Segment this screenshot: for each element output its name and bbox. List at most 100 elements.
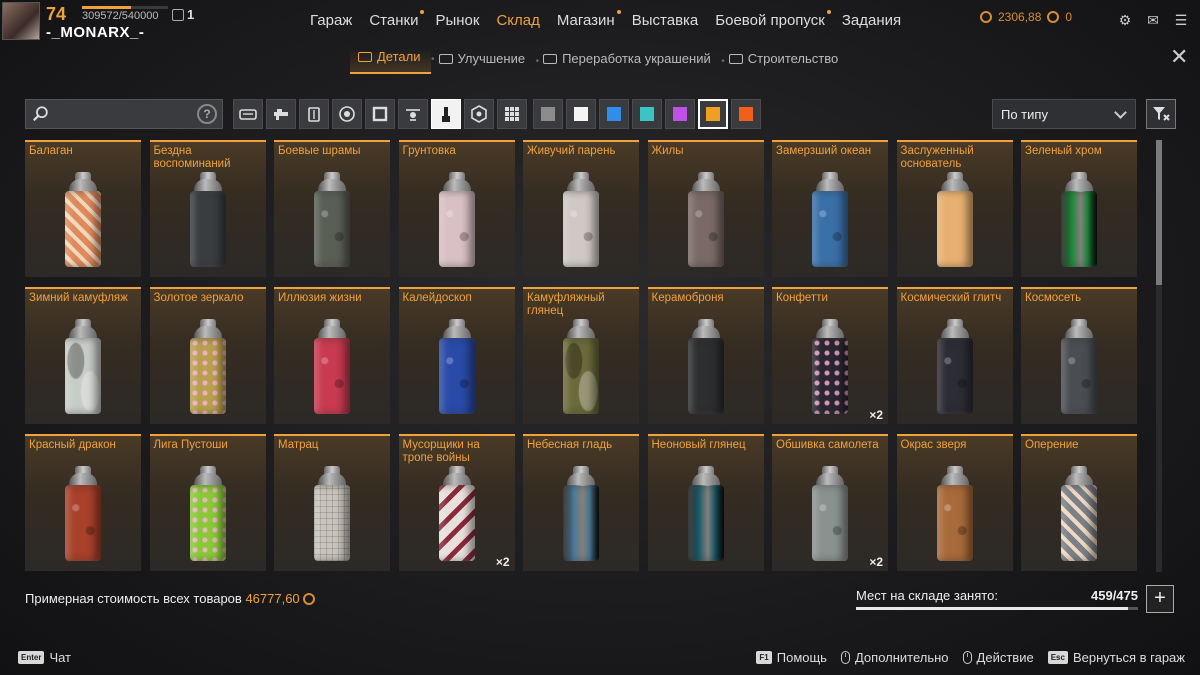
username[interactable]: -_MONARX_- [46, 24, 144, 41]
inventory-item[interactable]: Грунтовка [398, 140, 515, 277]
color-filter-button[interactable] [632, 99, 662, 129]
inventory-item[interactable]: Заслуженный основатель [896, 140, 1013, 277]
chat-hint[interactable]: Enter Чат [18, 650, 71, 665]
inventory-item[interactable]: Мусорщики на тропе войны ×2 [398, 434, 515, 571]
item-name: Жилы [651, 145, 684, 157]
scrollbar[interactable] [1156, 140, 1162, 572]
item-name: Красный дракон [29, 439, 116, 451]
color-filter-button[interactable] [599, 99, 629, 129]
nav-item-label: Рынок [435, 12, 480, 29]
inventory-item[interactable]: Бездна воспоминаний [149, 140, 266, 277]
spray-can-icon [189, 172, 226, 267]
close-button[interactable]: ✕ [1170, 46, 1188, 68]
inventory-item[interactable]: Окрас зверя [896, 434, 1013, 571]
spray-can-icon [936, 466, 973, 561]
spray-can-icon [1061, 319, 1097, 414]
inventory-item[interactable]: Матрац [274, 434, 390, 571]
subnav-tab[interactable]: Детали • [350, 49, 435, 74]
color-filter-button[interactable] [731, 99, 761, 129]
item-name: Балаган [29, 145, 73, 157]
type-filter-button[interactable] [431, 99, 461, 129]
currency-display: 2306,88 0 [980, 10, 1072, 24]
search-input[interactable] [56, 106, 186, 124]
nav-item[interactable]: Выставка [632, 12, 699, 29]
color-filter-button[interactable] [566, 99, 596, 129]
spray-can-icon [687, 172, 724, 267]
hint-item[interactable]: F1 Помощь [756, 650, 827, 665]
nav-item-label: Магазин [556, 12, 615, 29]
build-icon [728, 53, 743, 64]
nav-item[interactable]: Рынок [435, 12, 479, 29]
inventory-item[interactable]: Жилы [647, 140, 764, 277]
nav-item[interactable]: Задания [842, 12, 901, 29]
item-name: Обшивка самолета [776, 439, 879, 451]
nav-item-label: Выставка [631, 12, 699, 29]
hint-item[interactable]: Действие [962, 650, 1034, 665]
type-filter-button[interactable] [497, 99, 527, 129]
spray-can-icon [687, 319, 724, 414]
coin-icon [980, 11, 992, 23]
subnav-tab[interactable]: Переработка украшений • [535, 51, 725, 74]
subnav-tab[interactable]: Строительство [721, 51, 848, 74]
reset-filter-button[interactable] [1146, 99, 1176, 129]
inventory-item[interactable]: Космосеть [1021, 287, 1137, 424]
inventory-item[interactable]: Калейдоскоп [398, 287, 515, 424]
help-icon[interactable]: ? [197, 104, 217, 124]
clan-rank: 1 [172, 7, 194, 22]
avatar[interactable] [2, 2, 40, 40]
inventory-item[interactable]: Живучий парень [523, 140, 639, 277]
nav-item[interactable]: Боевой пропуск [715, 10, 831, 29]
inventory-item[interactable]: Золотое зеркало [149, 287, 266, 424]
messages-icon[interactable]: ✉ [1144, 11, 1162, 29]
subnav-tab[interactable]: Улучшение • [431, 51, 539, 74]
inventory-item[interactable]: Оперение [1021, 434, 1137, 571]
inventory-item[interactable]: Зимний камуфляж [25, 287, 141, 424]
inventory-item[interactable]: Замерзший океан [772, 140, 888, 277]
inventory-item[interactable]: Обшивка самолета ×2 [772, 434, 888, 571]
clan-icon [172, 9, 184, 21]
top-icons: ⚙ ✉ ☰ [1116, 11, 1190, 29]
spray-can-icon [65, 319, 101, 414]
color-filters [533, 99, 761, 129]
inventory-item[interactable]: Неоновый глянец [647, 434, 764, 571]
type-filter-button[interactable] [266, 99, 296, 129]
nav-item[interactable]: Гараж [310, 12, 352, 29]
nav-item[interactable]: Станки [369, 10, 425, 29]
color-filter-button[interactable] [698, 99, 728, 129]
type-filter-button[interactable] [464, 99, 494, 129]
inventory-item[interactable]: Балаган [25, 140, 141, 277]
hint-item[interactable]: Дополнительно [840, 650, 949, 665]
hint-item[interactable]: Esc Вернуться в гараж [1047, 650, 1185, 665]
nav-item[interactable]: Магазин [556, 10, 621, 29]
color-filter-button[interactable] [665, 99, 695, 129]
inventory-item[interactable]: Керамоброня [647, 287, 764, 424]
scrollbar-thumb[interactable] [1156, 140, 1162, 285]
type-filter-button[interactable] [233, 99, 263, 129]
spray-can-icon [65, 466, 101, 561]
expand-storage-button[interactable]: + [1146, 585, 1174, 613]
item-name: Неоновый глянец [651, 439, 746, 451]
inventory-item[interactable]: Камуфляжный глянец [523, 287, 639, 424]
inventory-item[interactable]: Космический глитч [896, 287, 1013, 424]
sort-label: По типу [1001, 107, 1048, 122]
inventory-item[interactable]: Зеленый хром [1021, 140, 1137, 277]
player-level: 74 [46, 4, 67, 24]
nav-item[interactable]: Склад [496, 12, 539, 29]
inventory-item[interactable]: Иллюзия жизни [274, 287, 390, 424]
type-filter-button[interactable] [365, 99, 395, 129]
settings-icon[interactable]: ⚙ [1116, 11, 1134, 29]
type-filter-button[interactable] [299, 99, 329, 129]
weapon-icon [274, 109, 288, 120]
inventory-item[interactable]: Конфетти ×2 [772, 287, 888, 424]
bottom-bar: Enter Чат F1 Помощь Дополнительно Действие Es… [0, 646, 1200, 666]
inventory-item[interactable]: Небесная гладь [523, 434, 639, 571]
type-filter-button[interactable] [398, 99, 428, 129]
inventory-item[interactable]: Лига Пустоши [149, 434, 266, 571]
type-filter-button[interactable] [332, 99, 362, 129]
menu-icon[interactable]: ☰ [1172, 11, 1190, 29]
sort-dropdown[interactable]: По типу [992, 99, 1136, 129]
color-filter-button[interactable] [533, 99, 563, 129]
inventory-item[interactable]: Красный дракон [25, 434, 141, 571]
key-icon: Esc [1047, 651, 1068, 664]
inventory-item[interactable]: Боевые шрамы [274, 140, 390, 277]
